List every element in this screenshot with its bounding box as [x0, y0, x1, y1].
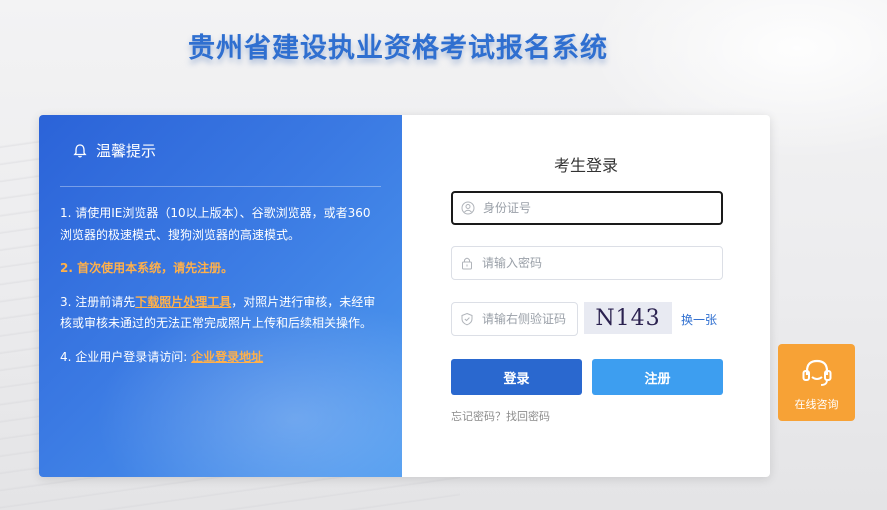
site-title: 贵州省建设执业资格考试报名系统	[188, 33, 608, 64]
login-button[interactable]: 登录	[451, 359, 582, 395]
login-title: 考生登录	[553, 156, 618, 175]
tip-3-prefix: 3. 注册前请先	[60, 294, 136, 309]
tip-item-4: 4. 企业用户登录请访问: 企业登录地址	[60, 347, 381, 369]
online-consult-label: 在线咨询	[794, 398, 839, 411]
password-input[interactable]	[482, 256, 722, 270]
lock-icon	[462, 257, 472, 270]
captcha-image[interactable]: N143	[584, 302, 672, 334]
tip-item-1: 1. 请使用IE浏览器（10以上版本）、谷歌浏览器，或者360浏览器的极速模式、…	[60, 206, 371, 242]
tips-heading: 温馨提示	[96, 142, 157, 160]
refresh-captcha-link[interactable]: 换一张	[681, 311, 717, 328]
tip-item-3: 3. 注册前请先下载照片处理工具，对照片进行审核，未经审核或审核未通过的无法正常…	[60, 292, 381, 335]
login-panel: 考生登录 N143 换一张 登录	[402, 115, 770, 477]
id-number-input[interactable]	[483, 201, 721, 215]
online-consult-button[interactable]: 在线咨询	[778, 344, 855, 421]
user-icon	[461, 201, 475, 215]
tips-header: 温馨提示	[60, 115, 381, 187]
enterprise-login-link[interactable]: 企业登录地址	[191, 350, 263, 364]
bell-icon	[73, 143, 87, 158]
login-card: 温馨提示 1. 请使用IE浏览器（10以上版本）、谷歌浏览器，或者360浏览器的…	[39, 115, 770, 477]
tip-4-prefix: 4. 企业用户登录请访问:	[60, 349, 192, 364]
id-number-field[interactable]	[451, 191, 723, 225]
captcha-field[interactable]	[451, 302, 578, 336]
captcha-input[interactable]	[482, 312, 577, 326]
headset-icon	[802, 359, 831, 386]
shield-icon	[461, 312, 473, 326]
tip-item-2: 2. 首次使用本系统，请先注册。	[60, 261, 234, 275]
register-button[interactable]: 注册	[592, 359, 723, 395]
forgot-password-link[interactable]: 忘记密码？找回密码	[451, 408, 550, 424]
password-field[interactable]	[451, 246, 723, 280]
tips-panel: 温馨提示 1. 请使用IE浏览器（10以上版本）、谷歌浏览器，或者360浏览器的…	[39, 115, 402, 477]
download-photo-tool-link[interactable]: 下载照片处理工具	[135, 295, 231, 309]
